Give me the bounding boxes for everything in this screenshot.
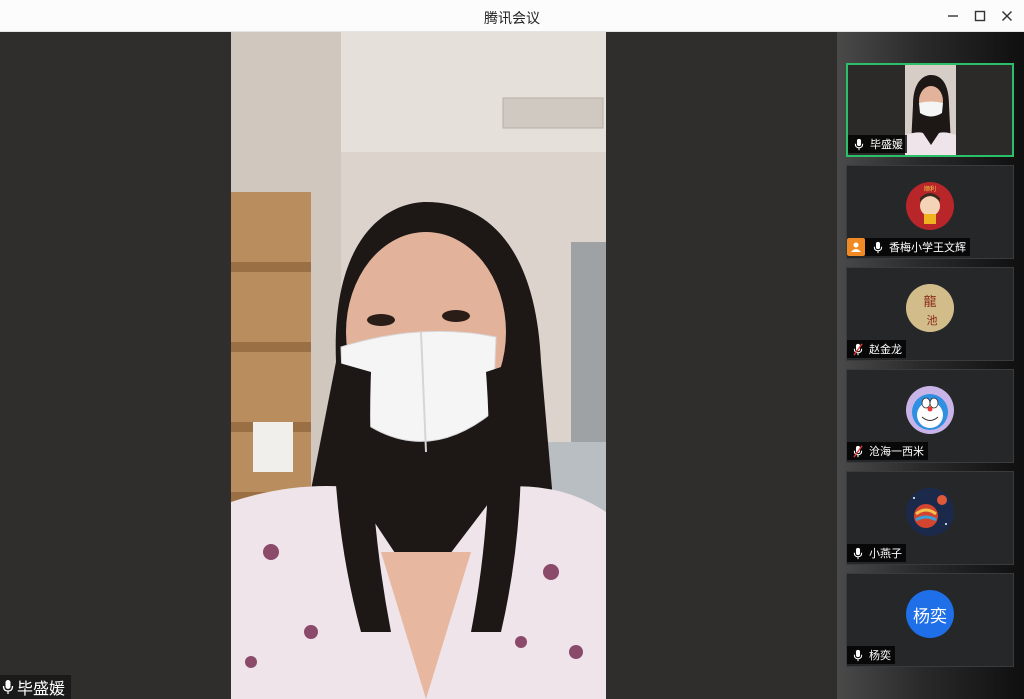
main-video[interactable]: [231, 32, 606, 699]
window-title: 腾讯会议: [484, 11, 540, 27]
svg-text:顺利: 顺利: [924, 185, 936, 193]
main-speaker-label: 毕盛媛: [0, 675, 72, 699]
title-bar: 腾讯会议: [0, 0, 1024, 32]
participant-tile[interactable]: 小燕子: [846, 471, 1014, 565]
participant-label: 杨奕: [847, 646, 895, 664]
participant-name: 赵金龙: [869, 343, 902, 356]
calligraphy-avatar: 龍 池: [906, 284, 954, 332]
mic-muted-icon: [853, 444, 863, 458]
participant-sidebar: 毕盛媛 顺利 香梅小学王文辉 龍 池 赵金龙 沧海一西米 小燕子 杨奕 杨奕: [837, 32, 1024, 699]
balloon-avatar: [906, 488, 954, 536]
main-speaker-name: 毕盛媛: [17, 679, 66, 698]
cartoon-girl-avatar: 顺利: [906, 182, 954, 230]
participant-tile[interactable]: 龍 池 赵金龙: [846, 267, 1014, 361]
video-thumbnail: [905, 65, 956, 155]
mic-icon: [873, 241, 883, 253]
minimize-icon: [948, 15, 958, 17]
participant-name: 毕盛媛: [870, 138, 903, 151]
maximize-button[interactable]: [969, 6, 991, 26]
doraemon-avatar: [906, 386, 954, 434]
participant-label: 赵金龙: [847, 340, 906, 358]
minimize-button[interactable]: [942, 6, 964, 26]
participant-name: 杨奕: [869, 649, 891, 662]
svg-text:池: 池: [927, 314, 938, 327]
share-screen-icon: [847, 238, 865, 256]
participant-label: 毕盛媛: [848, 135, 907, 153]
mic-muted-icon: [853, 342, 863, 356]
participant-label: 沧海一西米: [847, 442, 928, 460]
speaker-video-frame: [231, 32, 606, 699]
participant-name: 香梅小学王文辉: [889, 241, 966, 254]
participant-label: 小燕子: [847, 544, 906, 562]
main-stage: 毕盛媛: [0, 32, 837, 699]
meeting-window: 腾讯会议 毕盛媛 毕盛媛 顺利 香梅小学王文辉 龍 池 赵金龙 沧海一西米 小燕…: [0, 0, 1024, 699]
mic-icon: [854, 138, 864, 150]
initials-avatar: 杨奕: [906, 590, 954, 638]
mic-icon: [853, 547, 863, 559]
maximize-icon: [974, 10, 986, 22]
close-button[interactable]: [996, 6, 1018, 26]
participant-tile[interactable]: 毕盛媛: [846, 63, 1014, 157]
participant-tile[interactable]: 顺利 香梅小学王文辉: [846, 165, 1014, 259]
mic-icon: [853, 649, 863, 661]
participant-name: 沧海一西米: [869, 445, 924, 458]
mic-icon: [2, 680, 14, 694]
participant-label: 香梅小学王文辉: [847, 238, 970, 256]
svg-text:龍: 龍: [923, 294, 936, 310]
participant-tile[interactable]: 杨奕 杨奕: [846, 573, 1014, 667]
close-icon: [1002, 11, 1012, 21]
participant-name: 小燕子: [869, 547, 902, 560]
participant-tile[interactable]: 沧海一西米: [846, 369, 1014, 463]
